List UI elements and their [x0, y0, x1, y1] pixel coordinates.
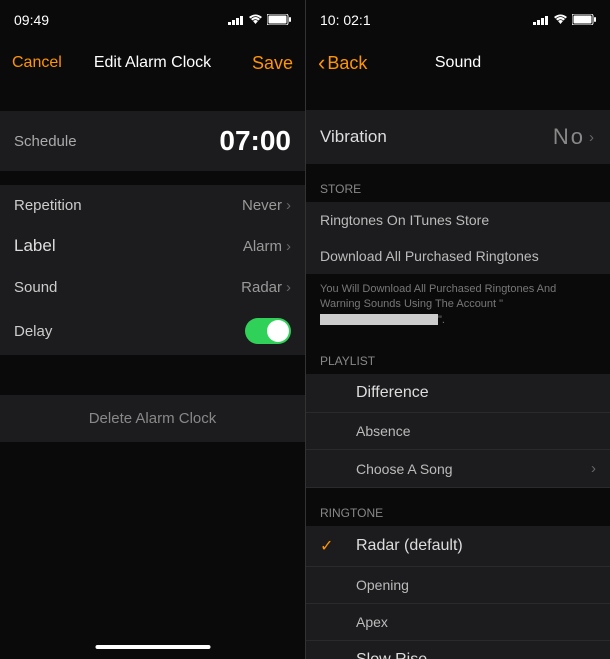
status-indicators [228, 12, 291, 28]
ringtone-item[interactable]: ✓ Radar (default) [306, 526, 610, 567]
delete-alarm-button[interactable]: Delete Alarm Clock [0, 395, 305, 442]
download-purchased-row[interactable]: Download All Purchased Ringtones [306, 238, 610, 274]
status-bar: 09:49 [0, 0, 305, 40]
label-row[interactable]: Label Alarm › [0, 225, 305, 267]
signal-icon [228, 12, 244, 28]
playlist-section: Difference Absence Choose A Song › [306, 374, 610, 488]
status-bar: 10: 02:1 [306, 0, 610, 40]
chevron-right-icon: › [591, 460, 596, 477]
home-indicator[interactable] [95, 645, 210, 649]
vibration-label: Vibration [320, 127, 387, 147]
save-button[interactable]: Save [252, 53, 293, 74]
delay-toggle[interactable] [245, 318, 291, 344]
redacted-account [320, 314, 438, 325]
sound-label: Sound [14, 279, 57, 296]
ringtones-store-row[interactable]: Ringtones On ITunes Store [306, 202, 610, 238]
check-icon: ✓ [320, 536, 346, 556]
chevron-right-icon: › [286, 197, 291, 214]
vibration-row[interactable]: Vibration No › [306, 110, 610, 164]
delay-label: Delay [14, 323, 52, 340]
store-header: STORE [306, 164, 610, 202]
status-indicators [533, 12, 596, 28]
playlist-item[interactable]: Difference [306, 374, 610, 413]
sound-value: Radar › [241, 279, 291, 296]
chevron-right-icon: › [589, 129, 596, 146]
playlist-header: PLAYLIST [306, 336, 610, 374]
repetition-label: Repetition [14, 197, 82, 214]
label-label: Label [14, 236, 56, 256]
back-button[interactable]: ‹ Back [318, 52, 367, 74]
store-section: Ringtones On ITunes Store Download All P… [306, 202, 610, 274]
vibration-value: No › [553, 124, 596, 150]
battery-icon [267, 12, 291, 28]
sound-screen: 10: 02:1 ‹ Back Sound Vibration No › STO… [305, 0, 610, 659]
page-title: Edit Alarm Clock [94, 54, 211, 72]
store-note: You Will Download All Purchased Ringtone… [306, 274, 610, 336]
label-value: Alarm › [243, 238, 291, 255]
page-title: Sound [435, 54, 481, 72]
nav-bar: Cancel Edit Alarm Clock Save [0, 40, 305, 86]
wifi-icon [553, 12, 568, 28]
alarm-time: 07:00 [219, 125, 291, 157]
wifi-icon [248, 12, 263, 28]
ringtone-section: ✓ Radar (default) Opening Apex Slow Rise… [306, 526, 610, 659]
chevron-right-icon: › [286, 279, 291, 296]
ringtone-header: RINGTONE [306, 488, 610, 526]
settings-section: Repetition Never › Label Alarm › Sound R… [0, 185, 305, 355]
chevron-right-icon: › [286, 238, 291, 255]
delay-row: Delay [0, 307, 305, 355]
choose-song-row[interactable]: Choose A Song › [306, 450, 610, 488]
cancel-button[interactable]: Cancel [12, 54, 62, 72]
nav-bar: ‹ Back Sound [306, 40, 610, 86]
schedule-label: Schedule [14, 133, 77, 150]
sound-row[interactable]: Sound Radar › [0, 267, 305, 307]
chevron-left-icon: ‹ [318, 52, 325, 74]
ringtone-item[interactable]: Slow Rise [306, 641, 610, 659]
schedule-row[interactable]: Schedule 07:00 [0, 111, 305, 171]
status-time: 10: 02:1 [320, 12, 371, 28]
status-time: 09:49 [14, 12, 49, 28]
ringtone-item[interactable]: Opening [306, 567, 610, 604]
playlist-item[interactable]: Absence [306, 413, 610, 450]
repetition-value: Never › [242, 197, 291, 214]
ringtone-item[interactable]: Apex [306, 604, 610, 641]
battery-icon [572, 12, 596, 28]
edit-alarm-screen: 09:49 Cancel Edit Alarm Clock Save Sched… [0, 0, 305, 659]
repetition-row[interactable]: Repetition Never › [0, 185, 305, 225]
signal-icon [533, 12, 549, 28]
